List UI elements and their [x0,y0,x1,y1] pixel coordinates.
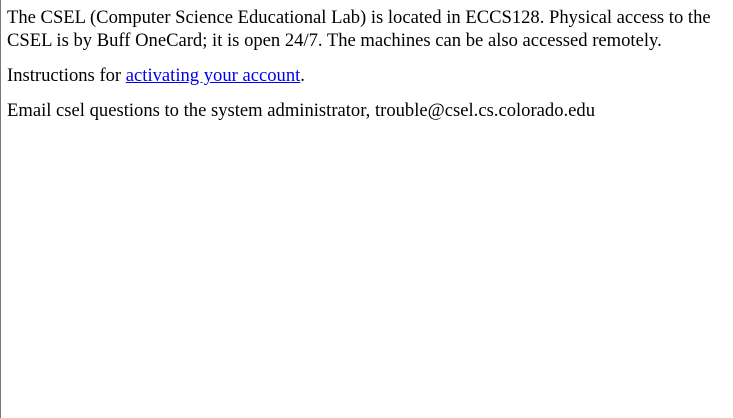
activate-account-link[interactable]: activating your account [126,65,301,86]
instructions-paragraph: Instructions for activating your account… [7,64,727,87]
page-left-border [0,0,1,418]
instructions-prefix-text: Instructions for [7,65,126,86]
page-content: The CSEL (Computer Science Educational L… [7,6,727,134]
lab-description-paragraph: The CSEL (Computer Science Educational L… [7,7,711,51]
instructions-suffix-text: . [300,65,305,86]
email-contact-paragraph: Email csel questions to the system admin… [7,100,595,121]
